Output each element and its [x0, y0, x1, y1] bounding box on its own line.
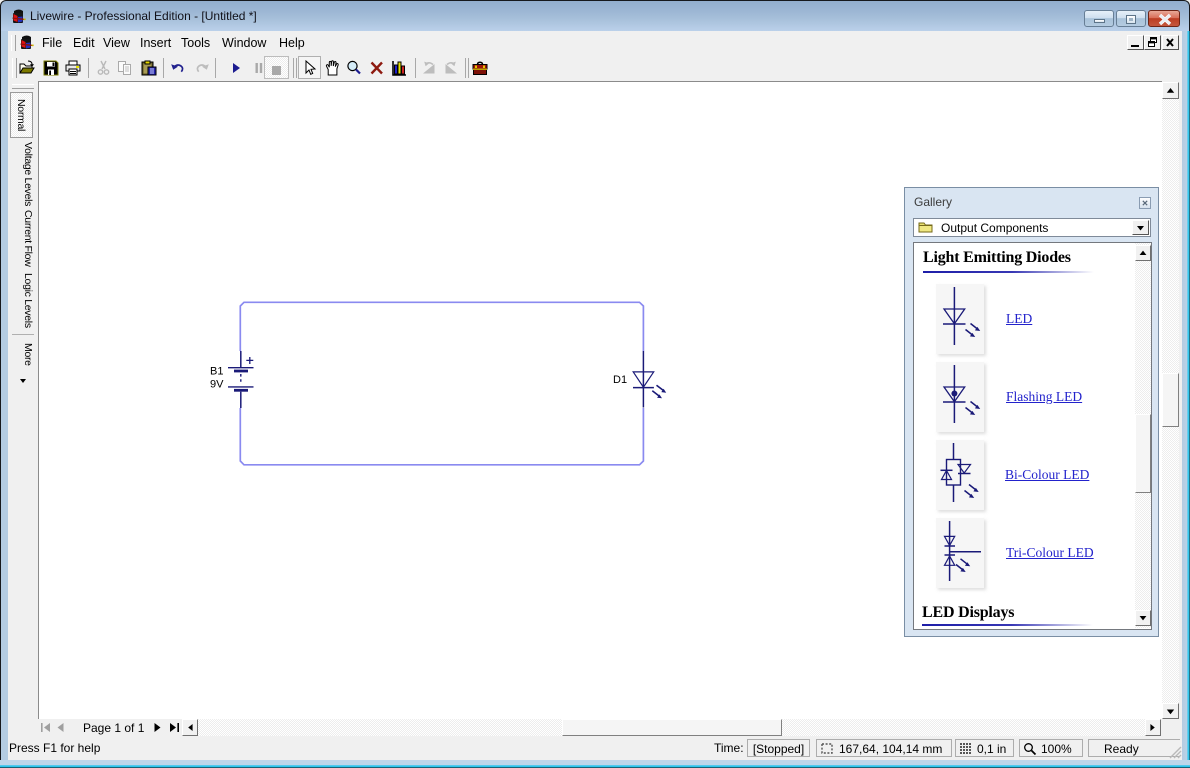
svg-text:9V: 9V: [210, 379, 224, 391]
svg-text:D1: D1: [613, 374, 627, 386]
svg-text:B1: B1: [210, 366, 223, 378]
